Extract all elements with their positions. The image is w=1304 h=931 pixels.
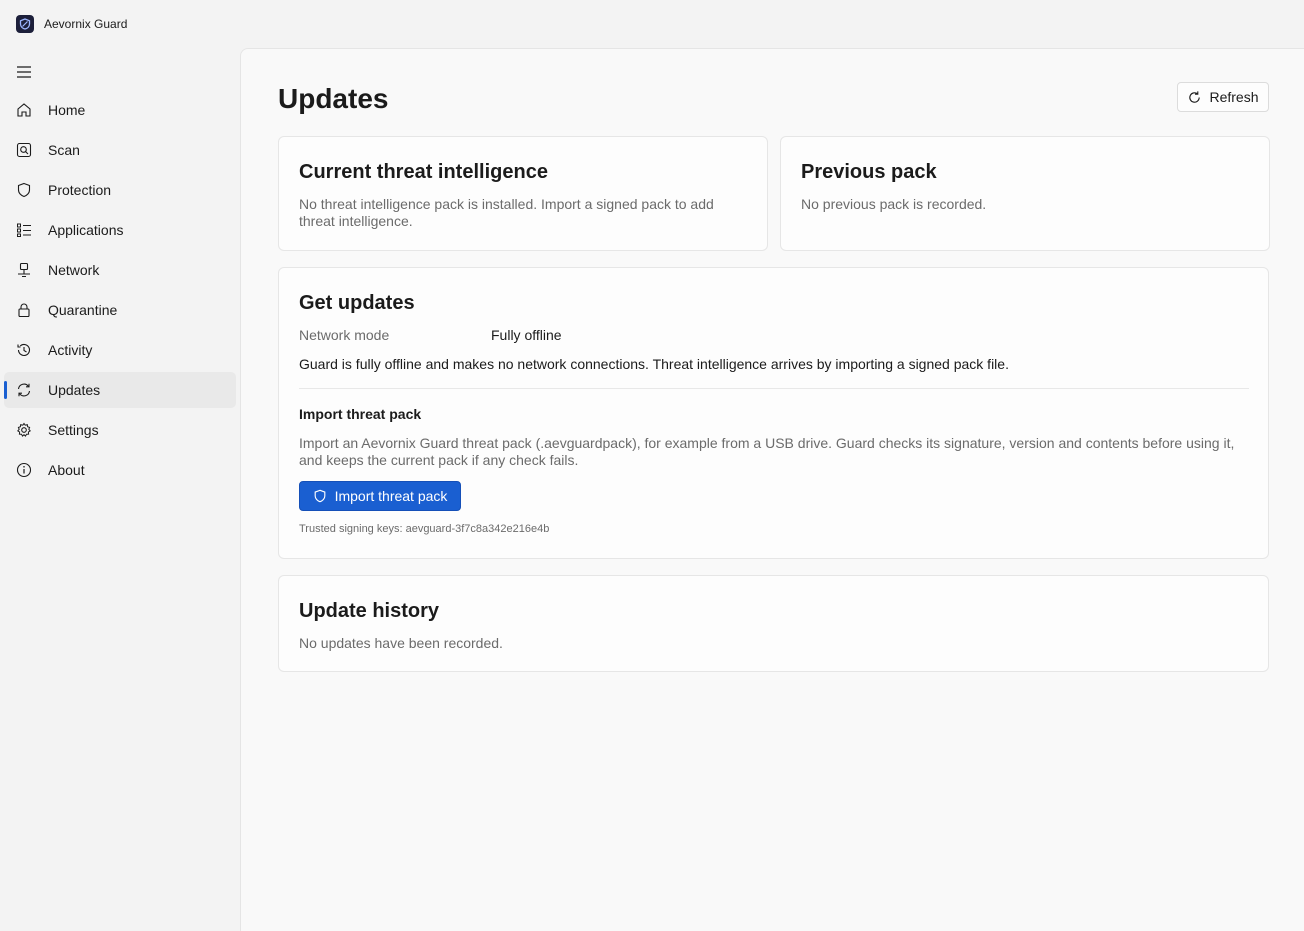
app-title: Aevornix Guard — [44, 17, 128, 31]
sidebar-item-label: Quarantine — [48, 302, 118, 318]
sidebar-item-label: Protection — [48, 182, 112, 198]
sidebar-item-label: Settings — [48, 422, 99, 438]
sidebar-item-label: Activity — [48, 342, 93, 358]
scan-icon — [16, 142, 32, 158]
current-intel-title: Current threat intelligence — [299, 161, 548, 183]
network-icon — [16, 262, 32, 278]
current-intel-card: Current threat intelligence No threat in… — [278, 136, 768, 251]
sidebar-item-activity[interactable]: Activity — [4, 332, 236, 368]
current-intel-text: No threat intelligence pack is installed… — [299, 196, 714, 229]
sidebar-item-updates[interactable]: Updates — [4, 372, 236, 408]
sidebar-item-settings[interactable]: Settings — [4, 412, 236, 448]
sidebar-item-label: About — [48, 462, 85, 478]
refresh-button[interactable]: Refresh — [1177, 82, 1269, 112]
hamburger-icon — [17, 66, 31, 78]
app-logo-icon — [16, 15, 34, 33]
update-history-text: No updates have been recorded. — [299, 635, 503, 651]
network-mode-label: Network mode — [299, 327, 390, 343]
shield-icon — [16, 182, 32, 198]
lock-icon — [16, 302, 32, 318]
list-icon — [16, 222, 32, 238]
shield-icon — [314, 489, 325, 503]
sidebar-nav: Home Scan Protection Applications Networ… — [4, 92, 236, 492]
refresh-icon — [1189, 90, 1201, 103]
get-updates-title: Get updates — [299, 292, 415, 314]
sidebar-item-scan[interactable]: Scan — [4, 132, 236, 168]
previous-pack-text: No previous pack is recorded. — [801, 196, 987, 212]
update-history-card: Update history No updates have been reco… — [278, 575, 1269, 672]
sidebar-item-protection[interactable]: Protection — [4, 172, 236, 208]
sidebar-item-label: Updates — [48, 382, 101, 398]
menu-toggle-button[interactable] — [12, 60, 36, 84]
network-mode-value: Fully offline — [491, 327, 562, 343]
page-title: Updates — [278, 83, 389, 114]
import-pack-title: Import threat pack — [299, 406, 422, 422]
sidebar-item-quarantine[interactable]: Quarantine — [4, 292, 236, 328]
sidebar-item-home[interactable]: Home — [4, 92, 236, 128]
sync-icon — [16, 382, 32, 398]
history-icon — [16, 342, 32, 358]
refresh-label: Refresh — [1209, 89, 1259, 105]
trusted-keys-text: Trusted signing keys: aevguard-3f7c8a342… — [299, 523, 550, 535]
get-updates-card: Get updates Network mode Fully offline G… — [278, 267, 1269, 559]
sidebar-item-label: Network — [48, 262, 100, 278]
import-button-label: Import threat pack — [334, 488, 448, 504]
sidebar-item-about[interactable]: About — [4, 452, 236, 488]
previous-pack-card: Previous pack No previous pack is record… — [780, 136, 1270, 251]
sidebar-item-applications[interactable]: Applications — [4, 212, 236, 248]
sidebar: Home Scan Protection Applications Networ… — [0, 48, 240, 931]
offline-description: Guard is fully offline and makes no netw… — [299, 356, 1009, 372]
sidebar-item-label: Home — [48, 102, 86, 118]
gear-icon — [16, 422, 32, 438]
home-icon — [16, 102, 32, 118]
sidebar-item-label: Applications — [48, 222, 124, 238]
update-history-title: Update history — [299, 600, 440, 622]
title-bar: Aevornix Guard — [0, 0, 1304, 48]
import-threat-pack-button[interactable]: Import threat pack — [299, 481, 461, 511]
section-divider — [299, 388, 1249, 389]
main-content: Updates Refresh Current threat intellige… — [240, 48, 1304, 931]
info-icon — [16, 462, 32, 478]
sidebar-item-label: Scan — [48, 142, 80, 158]
import-pack-text: Import an Aevornix Guard threat pack (.a… — [299, 435, 1235, 468]
previous-pack-title: Previous pack — [801, 161, 937, 183]
sidebar-item-network[interactable]: Network — [4, 252, 236, 288]
